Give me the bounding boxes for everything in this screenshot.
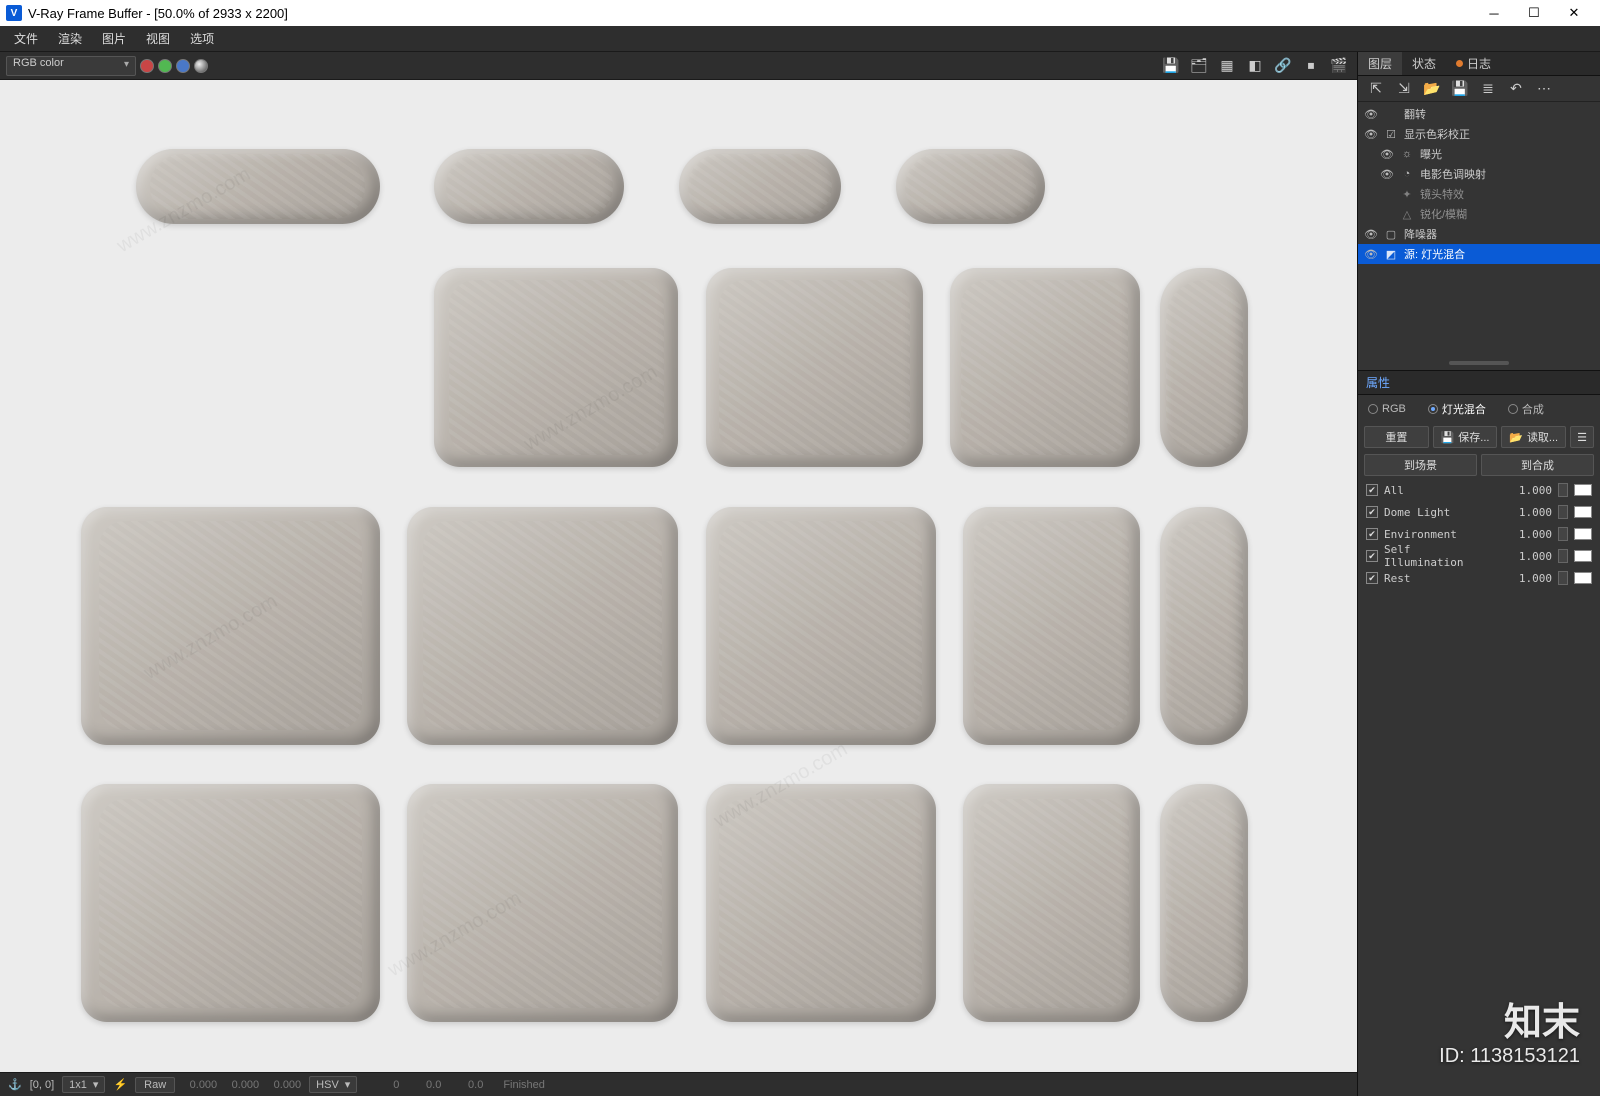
to-composite-button[interactable]: 到合成 [1481,454,1594,476]
layer-list: 👁翻转 👁☑显示色彩校正 👁☼曝光 👁◔电影色调映射 ✦镜头特效 △锐化/模糊 … [1358,102,1600,266]
anchor-icon[interactable]: ⚓ [8,1078,22,1091]
save-image-icon[interactable]: 💾 [1159,55,1183,77]
green-channel-button[interactable] [158,59,172,73]
menu-file[interactable]: 文件 [4,26,48,51]
viewer-column: RGB color 💾 🗂 ▦ ◧ 🔗 ⏹ 🎬 [0,52,1357,1096]
hsv-s: 0.0 [407,1079,441,1091]
spinner-icon[interactable] [1558,571,1568,585]
reset-button[interactable]: 重置 [1364,426,1429,448]
layer-lens-fx[interactable]: ✦镜头特效 [1358,184,1600,204]
log-indicator-icon [1456,60,1463,67]
color-swatch[interactable] [1574,528,1592,540]
checkbox-icon[interactable]: ✔ [1366,572,1378,584]
radio-lightmix[interactable]: 灯光混合 [1428,401,1486,417]
menu-image[interactable]: 图片 [92,26,136,51]
viewer-toolbar: RGB color 💾 🗂 ▦ ◧ 🔗 ⏹ 🎬 [0,52,1357,80]
red-channel-button[interactable] [140,59,154,73]
history-icon[interactable]: 🗂 [1187,55,1211,77]
hsv-v: 0.0 [449,1079,483,1091]
menu-bar: 文件 渲染 图片 视图 选项 [0,26,1600,52]
layers-more-icon[interactable]: ⋯ [1534,79,1554,99]
raw-toggle[interactable]: Raw [135,1077,175,1093]
panel-tabs: 图层 状态 日志 [1358,52,1600,76]
to-scene-button[interactable]: 到场景 [1364,454,1477,476]
radio-composite[interactable]: 合成 [1508,401,1544,417]
channel-select[interactable]: RGB color [6,56,136,76]
layers-list-icon[interactable]: ≣ [1478,79,1498,99]
window-titlebar: V V-Ray Frame Buffer - [50.0% of 2933 x … [0,0,1600,26]
right-panel: 图层 状态 日志 ⇱ ⇲ 📂 💾 ≣ ↶ ⋯ 👁翻转 👁☑显示色彩校正 👁☼曝光… [1357,52,1600,1096]
stop-render-icon[interactable]: ⏹ [1299,55,1323,77]
spinner-icon[interactable] [1558,483,1568,497]
mix-row-environment[interactable]: ✔ Environment 1.000 [1358,523,1600,545]
vray-logo-icon: V [6,5,22,21]
sample-size-select[interactable]: 1x1▾ [62,1076,105,1093]
start-render-icon[interactable]: 🎬 [1327,55,1351,77]
link-icon[interactable]: 🔗 [1271,55,1295,77]
compare-icon[interactable]: ◧ [1243,55,1267,77]
layer-sharpen[interactable]: △锐化/模糊 [1358,204,1600,224]
layer-exposure[interactable]: 👁☼曝光 [1358,144,1600,164]
mode-radios: RGB 灯光混合 合成 [1358,395,1600,423]
layers-save-icon[interactable]: 💾 [1450,79,1470,99]
color-swatch[interactable] [1574,484,1592,496]
hsv-h: 0 [365,1079,399,1091]
color-swatch[interactable] [1574,572,1592,584]
checkbox-icon[interactable]: ✔ [1366,506,1378,518]
spinner-icon[interactable] [1558,505,1568,519]
color-mode-select[interactable]: HSV▾ [309,1076,357,1093]
mix-row-all[interactable]: ✔ All 1.000 [1358,479,1600,501]
region-render-icon[interactable]: ▦ [1215,55,1239,77]
tab-status[interactable]: 状态 [1402,52,1446,75]
status-bar: ⚓ [0, 0] 1x1▾ ⚡ Raw 0.000 0.000 0.000 HS… [0,1072,1357,1096]
menu-view[interactable]: 视图 [136,26,180,51]
layers-open-icon[interactable]: 📂 [1422,79,1442,99]
minimize-button[interactable]: ─ [1474,0,1514,26]
blue-channel-button[interactable] [176,59,190,73]
mono-channel-button[interactable] [194,59,208,73]
raw-b: 0.000 [267,1079,301,1091]
checkbox-icon[interactable]: ✔ [1366,484,1378,496]
spinner-icon[interactable] [1558,527,1568,541]
layers-undo-icon[interactable]: ↶ [1506,79,1526,99]
checkbox-icon[interactable]: ✔ [1366,550,1378,562]
linear-icon[interactable]: ⚡ [113,1078,127,1091]
tab-layers[interactable]: 图层 [1358,52,1402,75]
window-title: V-Ray Frame Buffer - [50.0% of 2933 x 22… [28,6,288,21]
mix-row-rest[interactable]: ✔ Rest 1.000 [1358,567,1600,589]
raw-g: 0.000 [225,1079,259,1091]
checkbox-icon[interactable]: ✔ [1366,528,1378,540]
maximize-button[interactable]: ☐ [1514,0,1554,26]
close-button[interactable]: ✕ [1554,0,1594,26]
load-preset-button[interactable]: 📂读取... [1501,426,1566,448]
panel-drag-handle[interactable] [1358,356,1600,370]
layers-tool-b[interactable]: ⇲ [1394,79,1414,99]
layer-flip[interactable]: 👁翻转 [1358,104,1600,124]
layer-denoiser[interactable]: 👁▢降噪器 [1358,224,1600,244]
color-swatch[interactable] [1574,550,1592,562]
layer-filmic[interactable]: 👁◔电影色调映射 [1358,164,1600,184]
layer-lightmix-source[interactable]: 👁◩源: 灯光混合 [1358,244,1600,264]
preset-menu-button[interactable]: ☰ [1570,426,1594,448]
spinner-icon[interactable] [1558,549,1568,563]
properties-header: 属性 [1358,370,1600,395]
tab-log[interactable]: 日志 [1446,52,1501,75]
menu-options[interactable]: 选项 [180,26,224,51]
layers-tool-a[interactable]: ⇱ [1366,79,1386,99]
render-canvas[interactable]: www.znzmo.com www.znzmo.com www.znzmo.co… [0,80,1357,1072]
menu-render[interactable]: 渲染 [48,26,92,51]
pixel-coords: [0, 0] [30,1079,54,1091]
status-text: Finished [503,1079,545,1091]
color-swatch[interactable] [1574,506,1592,518]
mix-row-dome[interactable]: ✔ Dome Light 1.000 [1358,501,1600,523]
mix-row-self-illum[interactable]: ✔ Self Illumination 1.000 [1358,545,1600,567]
save-preset-button[interactable]: 💾保存... [1433,426,1498,448]
layers-toolbar: ⇱ ⇲ 📂 💾 ≣ ↶ ⋯ [1358,76,1600,102]
radio-rgb[interactable]: RGB [1368,403,1406,415]
raw-r: 0.000 [183,1079,217,1091]
layer-color-correct[interactable]: 👁☑显示色彩校正 [1358,124,1600,144]
